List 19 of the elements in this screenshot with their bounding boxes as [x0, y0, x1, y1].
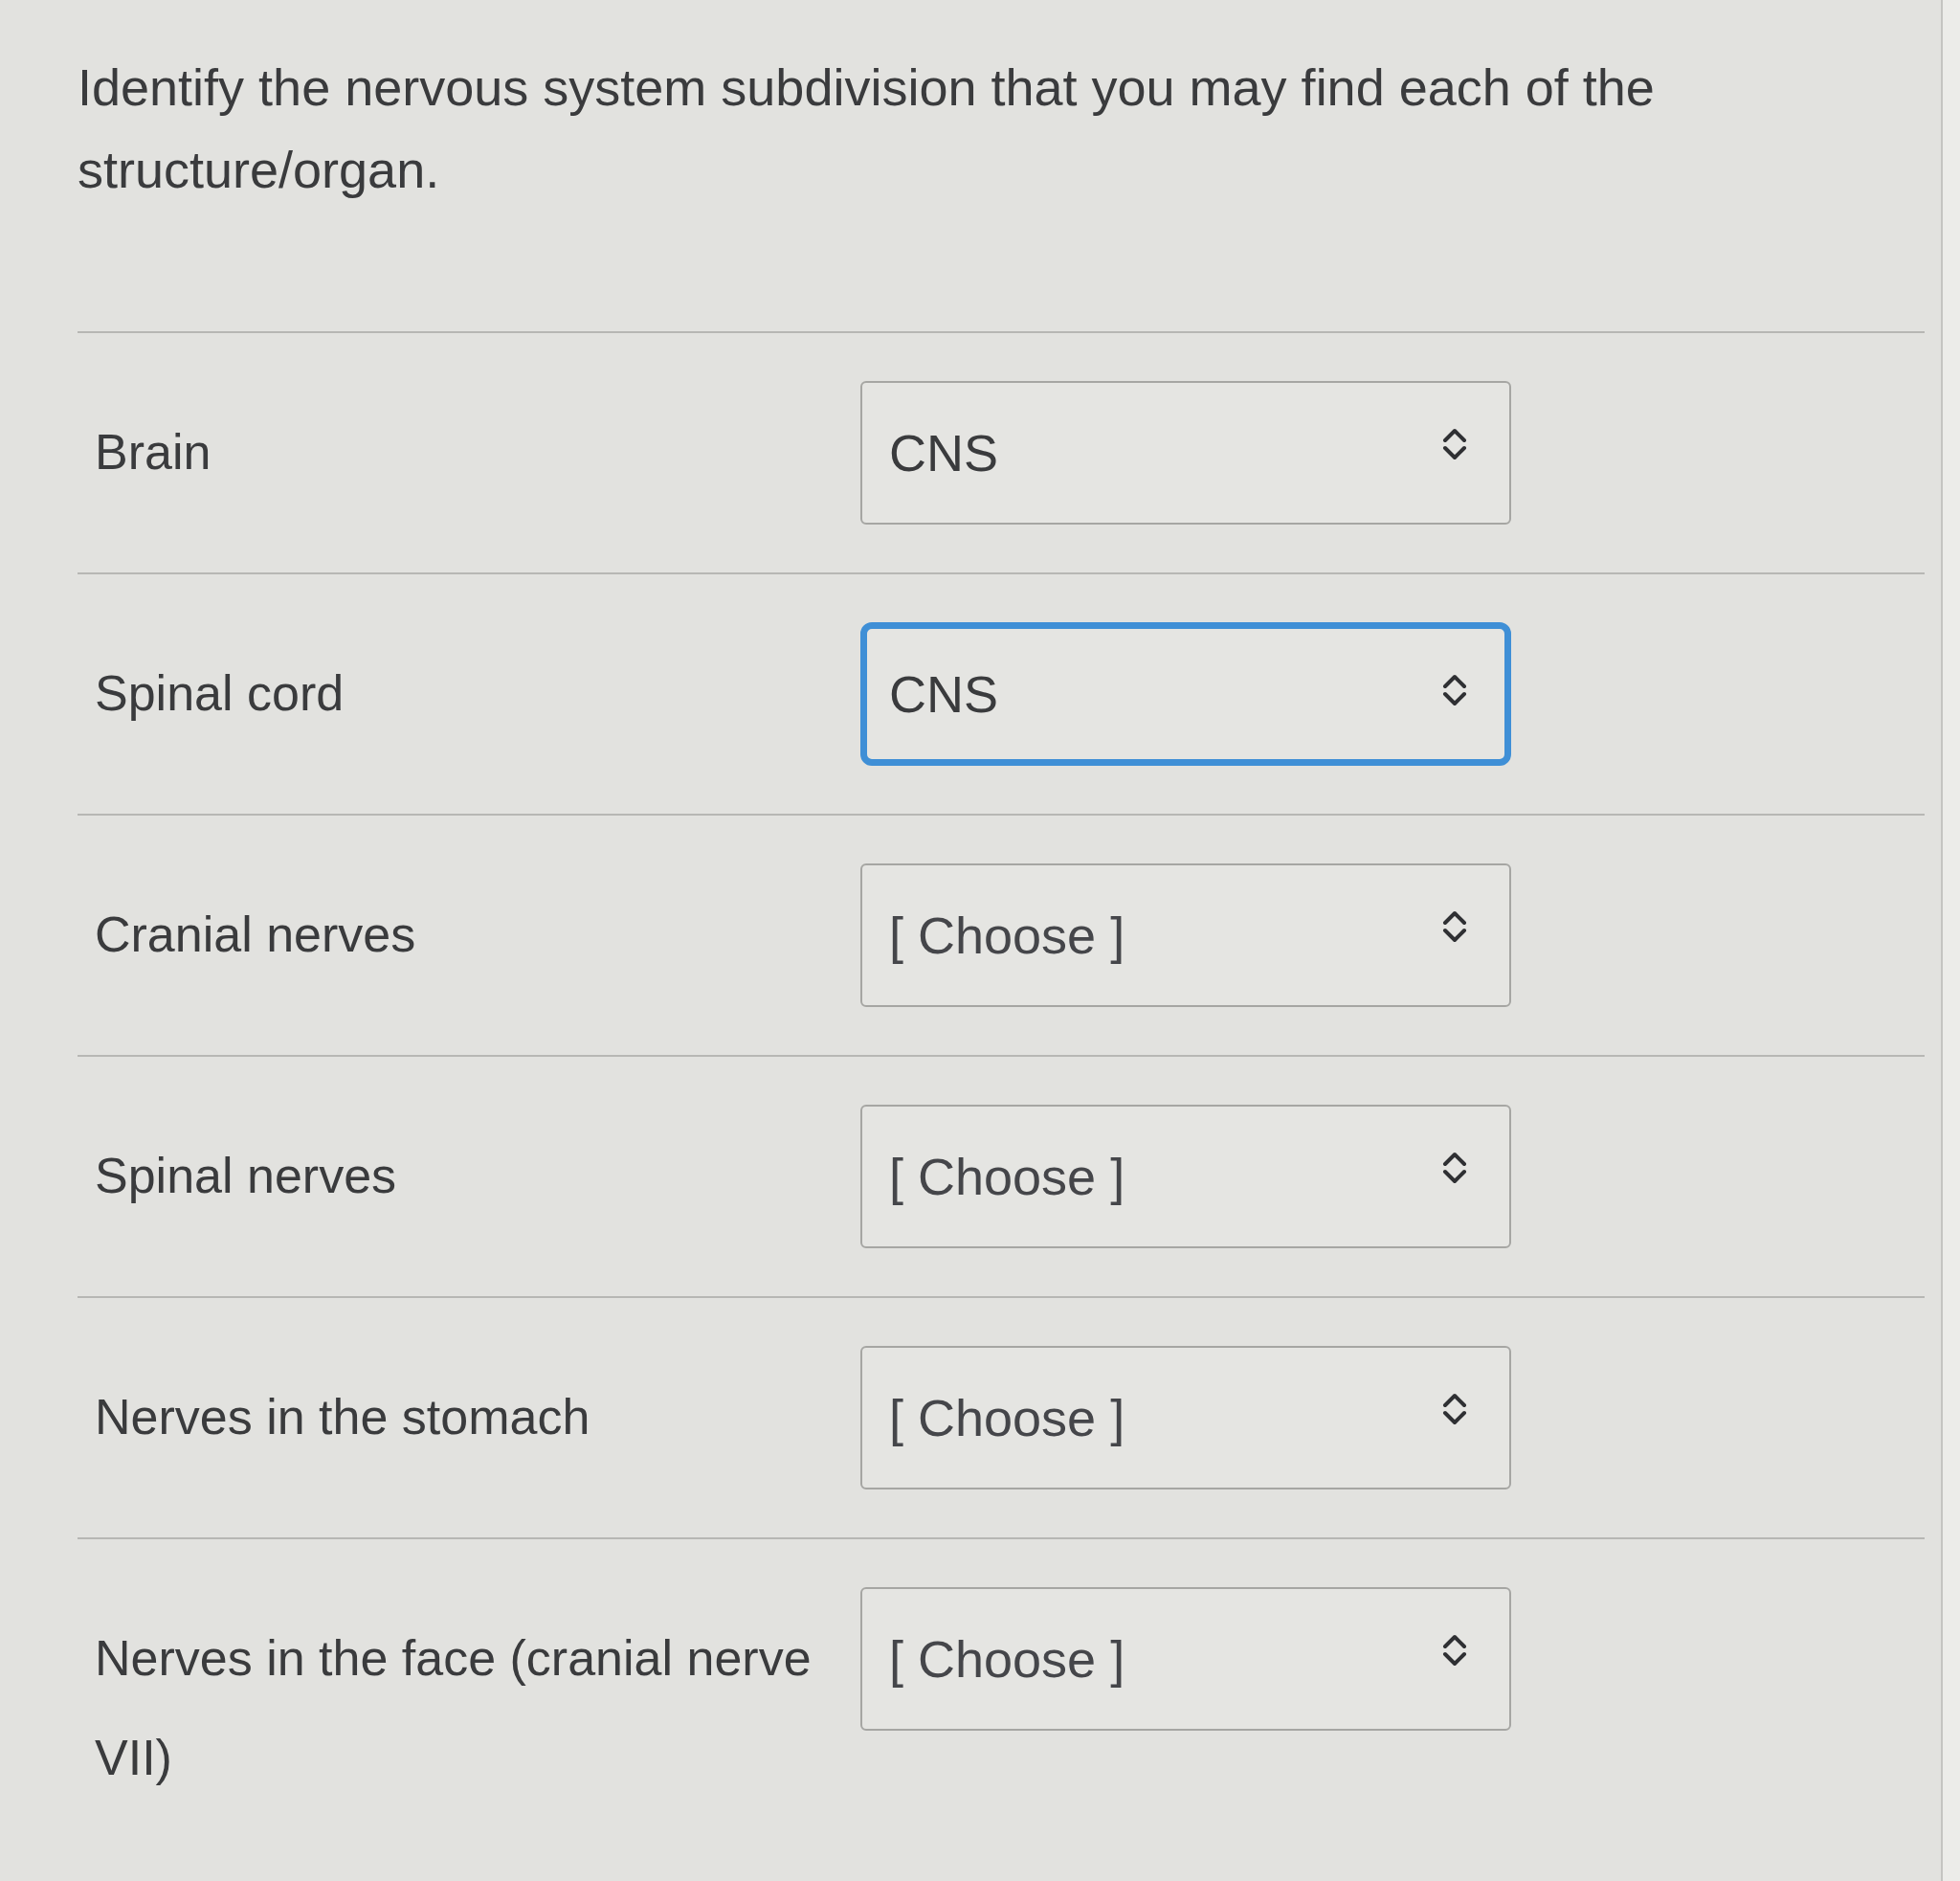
up-down-chevron-icon: [1442, 1151, 1467, 1185]
up-down-chevron-icon: [1442, 427, 1467, 461]
up-down-chevron-icon: [1442, 909, 1467, 944]
question-text: Identify the nervous system subdivision that you may find each of the structure/organ.: [78, 57, 1656, 200]
up-down-chevron-icon: [1442, 1633, 1467, 1668]
item-label: Cranial nerves: [95, 906, 417, 964]
item-label: Spinal nerves: [95, 1147, 398, 1205]
up-down-chevron-icon: [1442, 673, 1467, 707]
dropdown-select[interactable]: [ Choose ]: [860, 1105, 1511, 1248]
item-label: Nerves in the stomach: [95, 1388, 591, 1446]
item-label: Nerves in the face (cranial nerve VII): [95, 1629, 813, 1787]
dropdown-select[interactable]: [ Choose ]: [860, 1587, 1511, 1731]
dropdown-select[interactable]: CNS: [860, 622, 1511, 766]
up-down-chevron-icon: [1442, 1392, 1467, 1426]
dropdown-select[interactable]: CNS: [860, 381, 1511, 525]
dropdown-select[interactable]: [ Choose ]: [860, 1346, 1511, 1489]
dropdown-select[interactable]: [ Choose ]: [860, 863, 1511, 1007]
item-label: Brain: [95, 423, 212, 481]
item-label: Spinal cord: [95, 664, 345, 723]
